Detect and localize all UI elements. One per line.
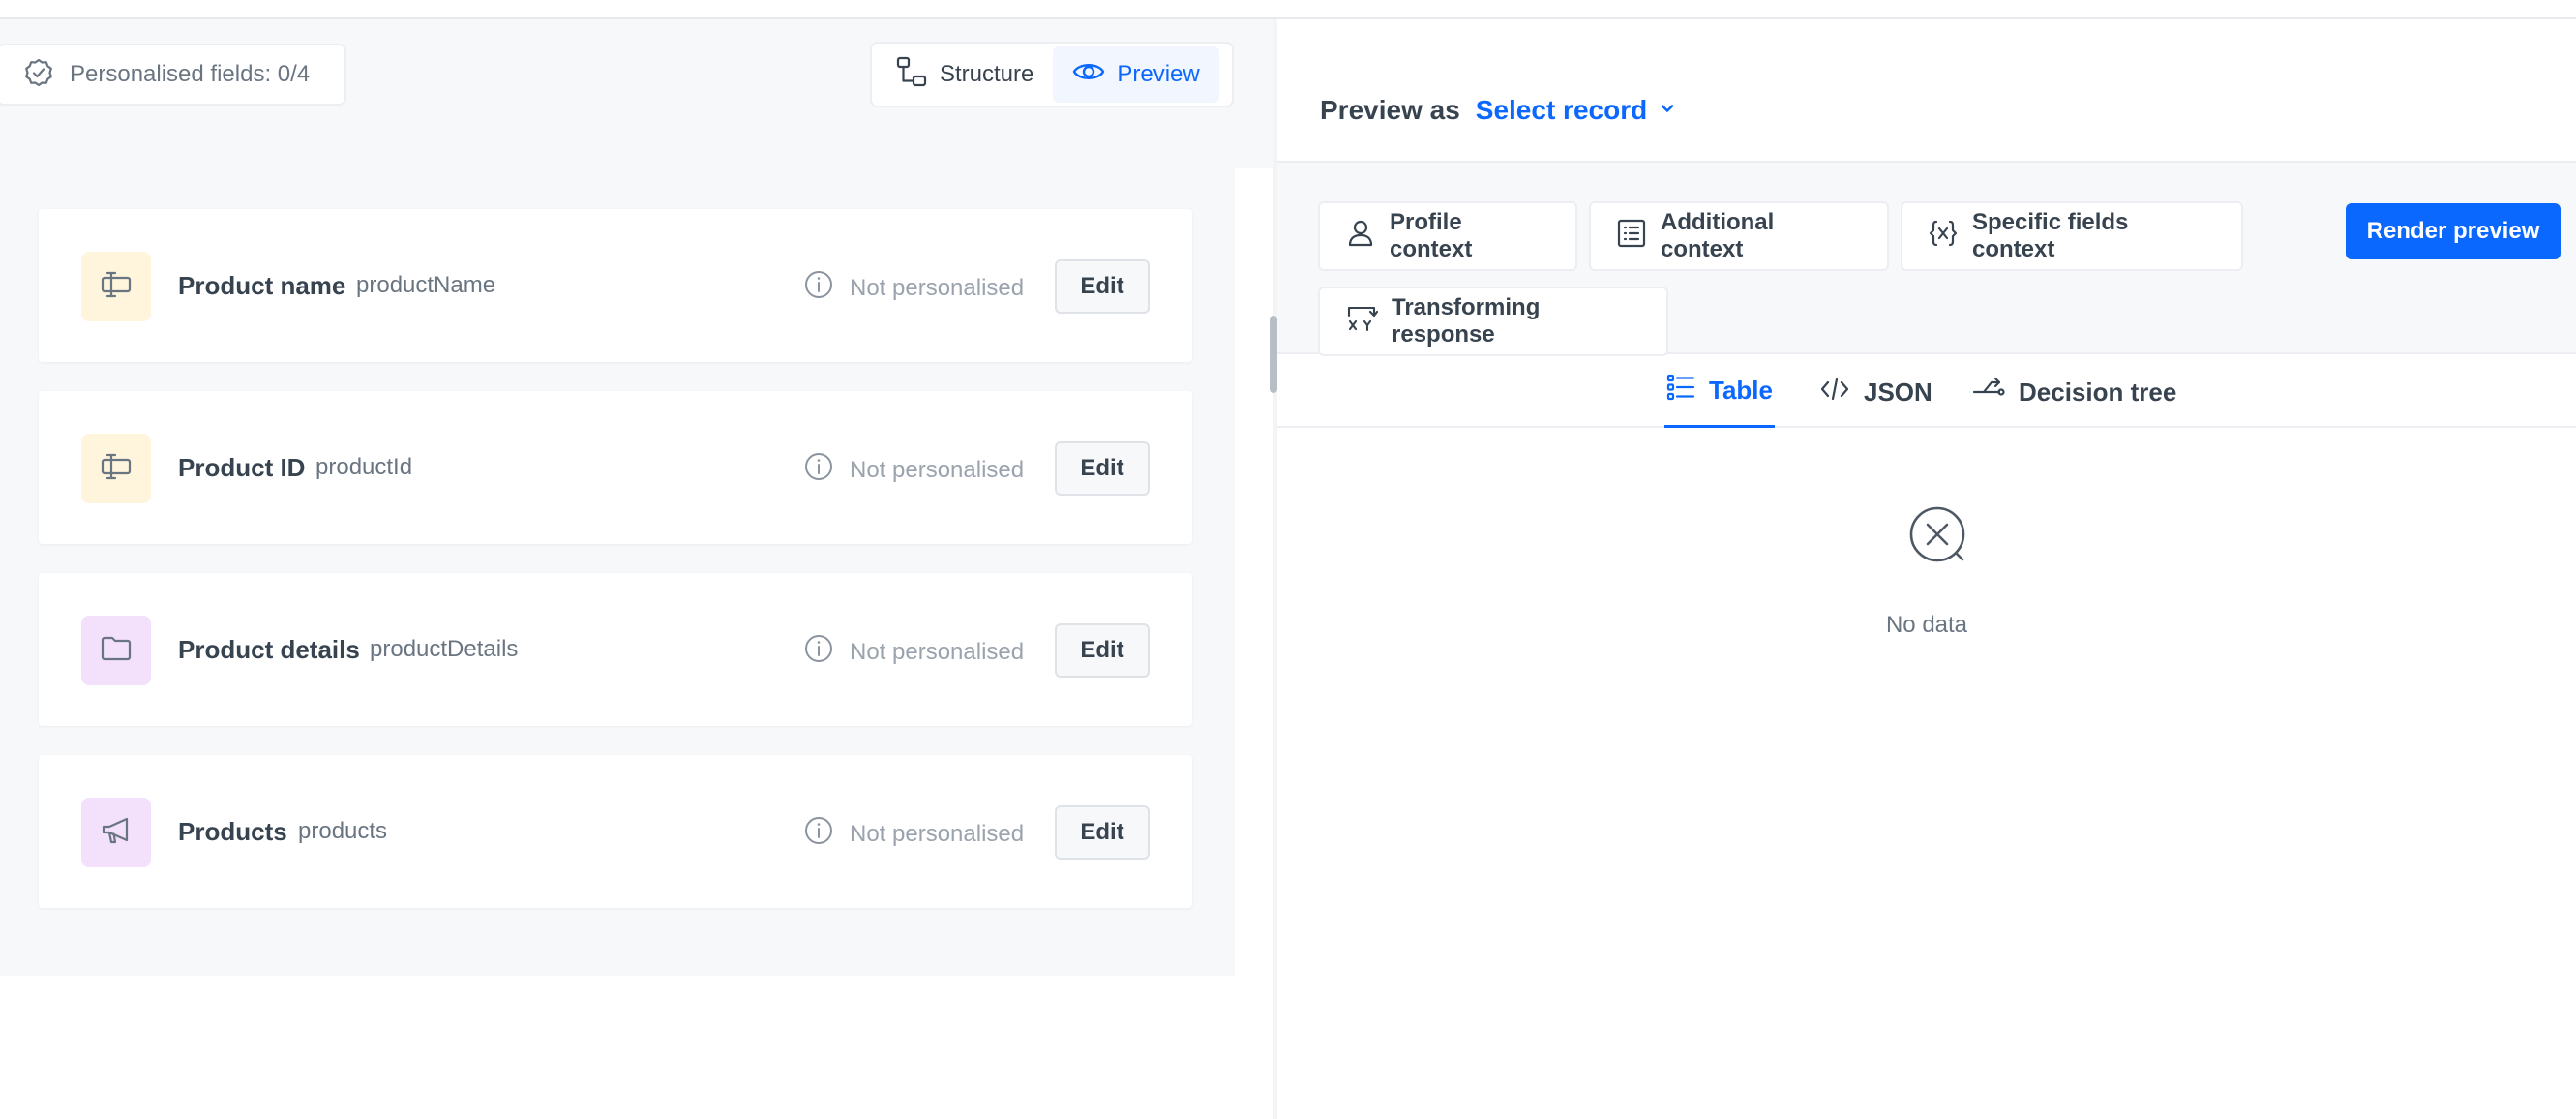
transforming-response-label: Transforming response <box>1392 294 1541 348</box>
edit-button[interactable]: Edit <box>1055 623 1150 678</box>
context-toolbar: Profile context Additional context Speci… <box>1277 161 2576 356</box>
edit-button[interactable]: Edit <box>1055 259 1150 314</box>
field-key: productDetails <box>370 636 519 662</box>
select-record-label: Select record <box>1475 95 1648 125</box>
info-icon <box>803 451 834 489</box>
structure-pane: Personalised fields: 0/4 Structure Previ… <box>0 19 1273 1119</box>
chevron-down-icon <box>1657 95 1678 126</box>
additional-context-button[interactable]: Additional context <box>1589 201 1889 271</box>
structure-toolbar: Personalised fields: 0/4 Structure Previ… <box>0 19 1273 168</box>
edit-button[interactable]: Edit <box>1055 441 1150 496</box>
top-bar <box>0 0 2576 19</box>
field-type-badge <box>81 434 151 503</box>
personalised-fields-count: Personalised fields: 0/4 <box>70 61 311 87</box>
field-type-badge <box>81 616 151 685</box>
preview-as-label: Preview as <box>1320 95 1460 125</box>
no-data-icon <box>1906 503 1970 572</box>
profile-context-label: Profile context <box>1390 209 1473 262</box>
user-icon <box>1345 218 1376 256</box>
info-icon <box>803 633 834 671</box>
tab-table-label: Table <box>1709 376 1773 405</box>
field-list: Product name productName Not personalise… <box>0 168 1235 976</box>
additional-context-label: Additional context <box>1661 209 1775 262</box>
structure-tab-button[interactable]: Structure <box>876 46 1053 103</box>
field-name: Product name <box>178 271 346 300</box>
render-preview-button[interactable]: Render preview <box>2346 203 2561 259</box>
field-name: Product ID <box>178 453 306 482</box>
info-icon <box>803 815 834 853</box>
profile-context-button[interactable]: Profile context <box>1318 201 1577 271</box>
select-record-dropdown[interactable]: Select record <box>1476 95 1678 126</box>
field-status: Not personalised <box>803 633 1024 671</box>
status-text: Not personalised <box>850 274 1025 301</box>
field-card: Product details productDetails Not perso… <box>39 573 1192 726</box>
tab-decision-tree-label: Decision tree <box>2019 377 2177 407</box>
list-icon <box>1616 218 1647 256</box>
field-status: Not personalised <box>803 451 1024 489</box>
transform-icon <box>1345 302 1379 342</box>
status-text: Not personalised <box>850 638 1025 665</box>
preview-as-row: Preview as Select record <box>1320 95 1678 126</box>
view-toggle: Structure Preview <box>870 42 1234 107</box>
specific-fields-context-label: Specific fields context <box>1972 209 2129 262</box>
structure-icon <box>895 55 928 95</box>
tab-decision-tree[interactable]: Decision tree <box>1972 356 2176 428</box>
table-list-icon <box>1666 373 1695 408</box>
specific-fields-context-button[interactable]: Specific fields context <box>1901 201 2243 271</box>
tab-table[interactable]: Table <box>1664 356 1775 428</box>
status-text: Not personalised <box>850 820 1025 847</box>
field-key: productId <box>315 454 413 480</box>
info-icon <box>803 269 834 307</box>
personalised-fields-badge: Personalised fields: 0/4 <box>0 44 346 106</box>
no-data-text: No data <box>1885 612 1968 638</box>
transforming-response-button[interactable]: Transforming response <box>1318 287 1668 356</box>
field-type-badge <box>81 798 151 867</box>
field-status: Not personalised <box>803 815 1024 853</box>
field-status: Not personalised <box>803 269 1024 307</box>
field-card: Product ID productId Not personalised Ed… <box>39 391 1192 544</box>
field-name: Products <box>178 817 287 846</box>
tab-json-label: JSON <box>1864 377 1932 407</box>
text-field-icon <box>99 449 134 489</box>
field-type-badge <box>81 252 151 321</box>
tab-json[interactable]: JSON <box>1819 356 1932 428</box>
folder-icon <box>99 631 134 671</box>
field-card: Products products Not personalised Edit <box>39 755 1192 908</box>
text-field-icon <box>99 267 134 307</box>
eye-icon <box>1072 55 1105 95</box>
field-name: Product details <box>178 635 360 664</box>
structure-label: Structure <box>940 61 1034 87</box>
field-card: Product name productName Not personalise… <box>39 209 1192 362</box>
field-key: productName <box>356 272 496 298</box>
preview-pane: Preview as Select record Profile context… <box>1277 19 2576 1119</box>
variable-icon <box>1928 218 1959 256</box>
decision-tree-icon <box>1972 375 2005 410</box>
result-tabs: Table JSON Decision tree <box>1277 356 2576 428</box>
code-icon <box>1819 375 1850 410</box>
preview-label: Preview <box>1117 61 1200 87</box>
megaphone-icon <box>99 813 134 853</box>
status-text: Not personalised <box>850 456 1025 483</box>
edit-button[interactable]: Edit <box>1055 805 1150 860</box>
field-key: products <box>298 818 388 844</box>
badge-check-icon <box>23 57 54 93</box>
preview-tab-button[interactable]: Preview <box>1053 46 1219 103</box>
resize-handle[interactable] <box>1270 316 1277 393</box>
